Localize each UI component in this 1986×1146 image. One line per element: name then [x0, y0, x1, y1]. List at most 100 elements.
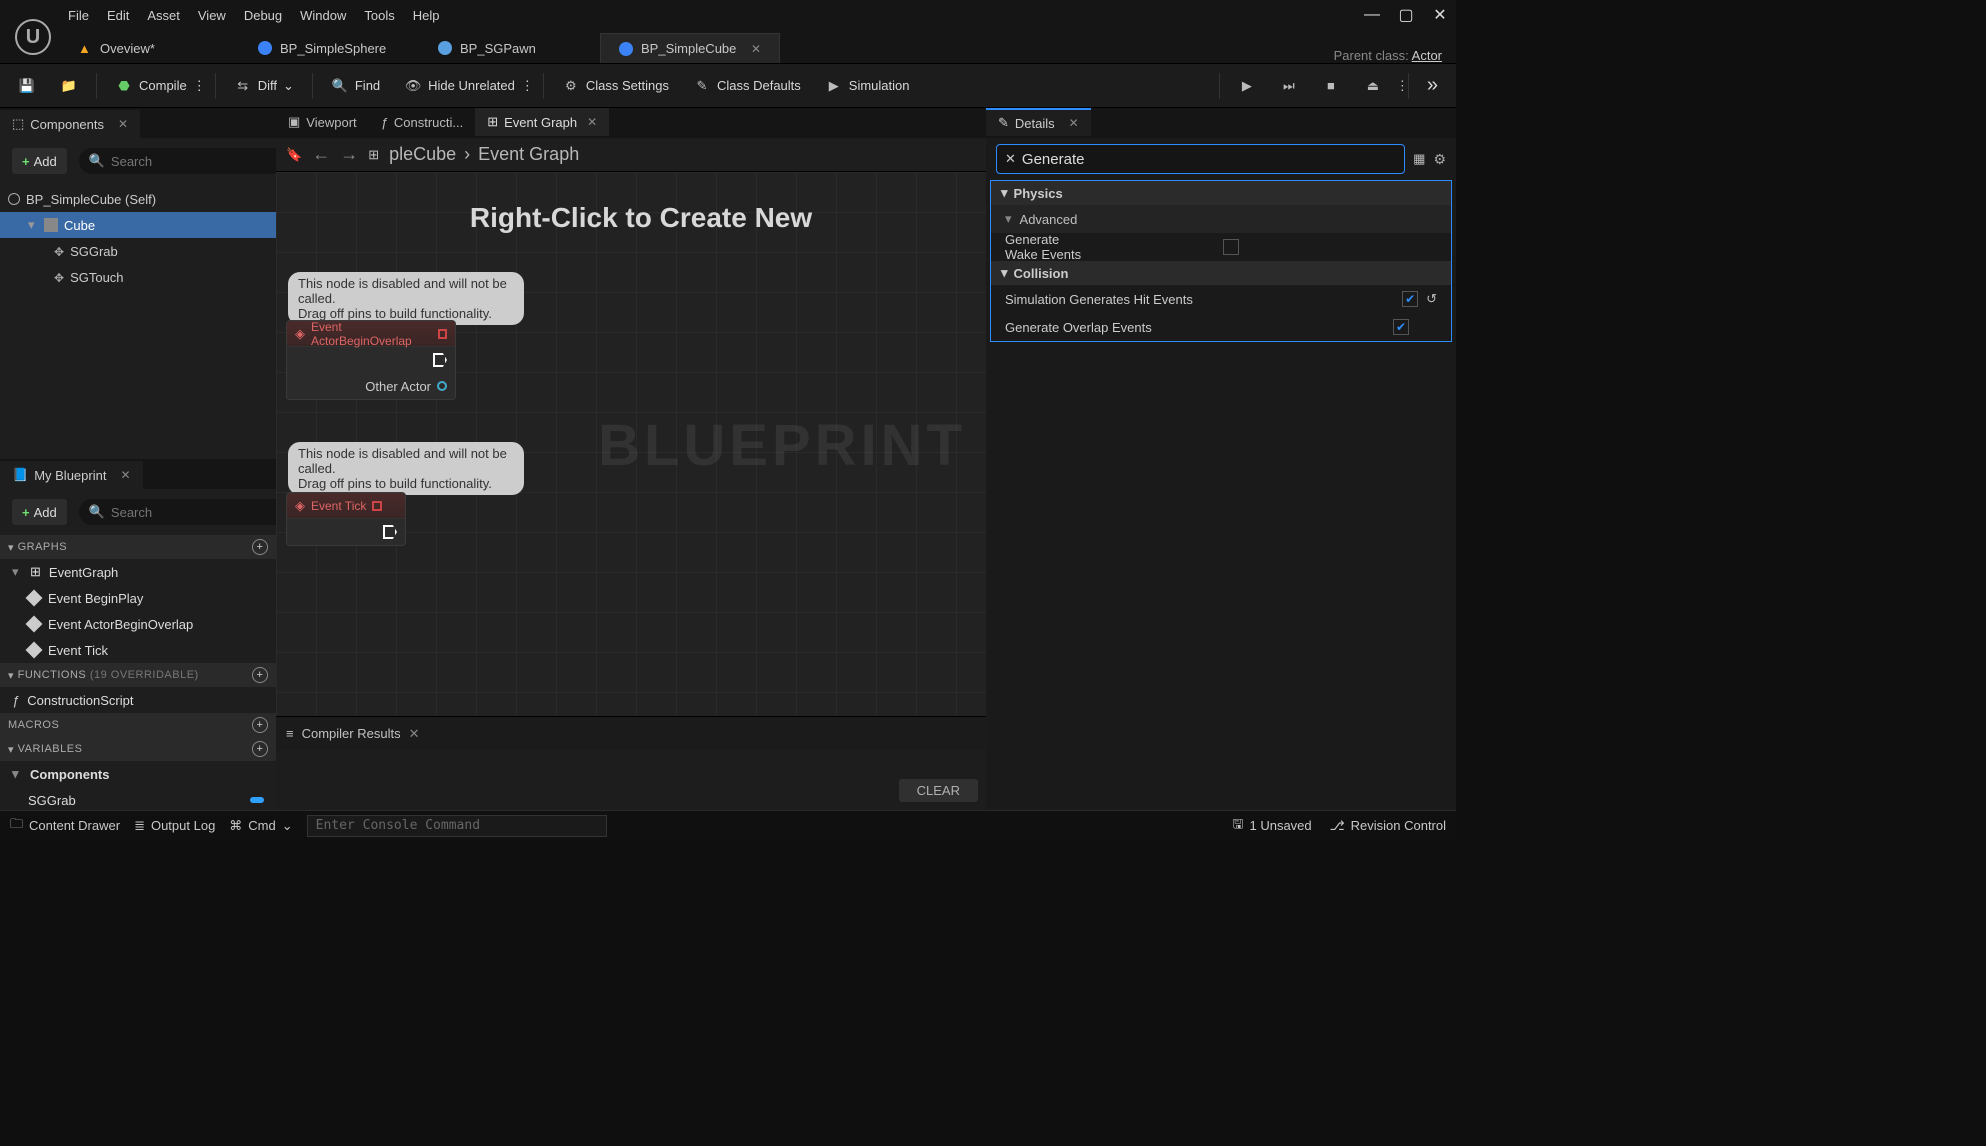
tab-eventgraph[interactable]: ⊞ Event Graph ✕ [475, 108, 609, 136]
tab-simplesphere[interactable]: BP_SimpleSphere [240, 33, 420, 63]
maximize-button[interactable]: ▢ [1398, 7, 1414, 23]
menu-tools[interactable]: Tools [364, 8, 394, 23]
details-tab[interactable]: ✎ Details ✕ [986, 108, 1091, 136]
output-log-button[interactable]: ≣ Output Log [134, 818, 215, 834]
components-search-input[interactable] [111, 154, 276, 169]
menu-asset[interactable]: Asset [147, 8, 180, 23]
save-button[interactable]: 💾 [8, 70, 46, 102]
close-icon[interactable]: ✕ [751, 42, 761, 56]
category-physics[interactable]: ▾ Physics [991, 181, 1451, 205]
section-variables[interactable]: ▾ VARIABLES + [0, 737, 276, 761]
details-search[interactable]: ✕ [996, 144, 1405, 174]
forward-button[interactable]: → [340, 144, 358, 165]
class-defaults-button[interactable]: ✎ Class Defaults [683, 70, 811, 102]
breakpoint-icon[interactable] [438, 329, 447, 339]
close-icon[interactable]: ✕ [1069, 116, 1079, 130]
tab-overview[interactable]: ▲ Oveview* [60, 33, 240, 63]
add-macro-button[interactable]: + [252, 717, 268, 733]
event-actorbeginoverlap[interactable]: Event ActorBeginOverlap [0, 611, 276, 637]
breakpoint-icon[interactable] [372, 501, 382, 511]
chevron-down-icon[interactable]: ▾ [12, 766, 22, 782]
browse-button[interactable]: 📁 [50, 70, 88, 102]
bp-search-input[interactable] [111, 505, 276, 520]
clear-button[interactable]: CLEAR [899, 779, 978, 802]
menu-view[interactable]: View [198, 8, 226, 23]
tab-viewport[interactable]: ▣ Viewport [276, 108, 369, 136]
details-search-input[interactable] [1022, 151, 1396, 168]
exec-out-pin[interactable] [287, 347, 455, 373]
breadcrumb[interactable]: pleCube › Event Graph [389, 144, 579, 165]
node-eventtick[interactable]: ◈ Event Tick [286, 492, 406, 546]
tab-construction[interactable]: ƒ Constructi... [369, 108, 476, 136]
bookmark-icon[interactable]: 🔖 [286, 147, 302, 163]
menu-edit[interactable]: Edit [107, 8, 129, 23]
add-bp-button[interactable]: + Add [12, 499, 67, 525]
compile-button[interactable]: ⬣ Compile [105, 70, 207, 102]
category-collision[interactable]: ▾ Collision [991, 261, 1451, 285]
cmd-dropdown[interactable]: ⌘ Cmd ⌄ [229, 818, 292, 834]
stop-button[interactable]: ■ [1312, 70, 1350, 102]
minimize-button[interactable]: — [1364, 7, 1380, 23]
graph-canvas[interactable]: Right-Click to Create New This node is d… [276, 172, 986, 716]
checkbox-sim-hit[interactable] [1402, 291, 1418, 307]
kebab-icon[interactable] [193, 78, 197, 94]
node-header[interactable]: ◈ Event ActorBeginOverlap [287, 321, 455, 347]
exec-out-pin[interactable] [287, 519, 405, 545]
section-functions[interactable]: ▾ FUNCTIONS (19 OVERRIDABLE) + [0, 663, 276, 687]
bp-search[interactable]: 🔍 [79, 499, 276, 525]
unsaved-indicator[interactable]: 🖫 1 Unsaved [1232, 815, 1311, 837]
content-drawer-button[interactable]: 🗀 Content Drawer [10, 815, 120, 837]
event-tick[interactable]: Event Tick [0, 637, 276, 663]
console-input[interactable]: Enter Console Command [307, 815, 607, 837]
overflow-button[interactable] [1417, 70, 1448, 102]
section-macros[interactable]: MACROS + [0, 713, 276, 737]
menu-file[interactable]: File [68, 8, 89, 23]
clear-search-icon[interactable]: ✕ [1005, 151, 1016, 167]
kebab-icon[interactable] [521, 78, 525, 94]
play-button[interactable]: ▶ [1228, 70, 1266, 102]
components-tab[interactable]: ⬚ Components ✕ [0, 110, 140, 138]
find-button[interactable]: 🔍 Find [321, 70, 390, 102]
checkbox-generate-wake[interactable] [1223, 239, 1239, 255]
close-icon[interactable]: ✕ [118, 117, 128, 131]
parent-class-link[interactable]: Actor [1412, 48, 1442, 63]
subcategory-advanced[interactable]: ▾ Advanced [991, 205, 1451, 233]
close-button[interactable]: ✕ [1432, 7, 1448, 23]
event-beginplay[interactable]: Event BeginPlay [0, 585, 276, 611]
tab-simplecube[interactable]: BP_SimpleCube ✕ [600, 33, 780, 63]
back-button[interactable]: ← [312, 144, 330, 165]
class-settings-button[interactable]: ⚙ Class Settings [552, 70, 679, 102]
function-constructionscript[interactable]: ConstructionScript [0, 687, 276, 713]
kebab-icon[interactable] [1396, 78, 1400, 94]
tree-row-sgtouch[interactable]: SGTouch [0, 264, 276, 290]
eject-button[interactable]: ⏏ [1354, 70, 1392, 102]
variables-components-group[interactable]: ▾ Components [0, 761, 276, 787]
node-actorbeginoverlap[interactable]: ◈ Event ActorBeginOverlap Other Actor [286, 320, 456, 400]
menu-debug[interactable]: Debug [244, 8, 282, 23]
chevron-down-icon[interactable]: ▾ [12, 564, 22, 580]
tree-row-cube[interactable]: ▾ Cube [0, 212, 276, 238]
menu-help[interactable]: Help [413, 8, 440, 23]
components-search[interactable]: 🔍 [79, 148, 276, 174]
add-component-button[interactable]: + Add [12, 148, 67, 174]
revision-control-button[interactable]: ⎇ Revision Control [1330, 818, 1446, 834]
compiler-title[interactable]: Compiler Results [302, 726, 401, 741]
section-graphs[interactable]: ▾ GRAPHS + [0, 535, 276, 559]
step-button[interactable]: ⏭ [1270, 70, 1308, 102]
grid-icon[interactable] [1413, 151, 1425, 167]
checkbox-overlap[interactable] [1393, 319, 1409, 335]
revert-icon[interactable] [1426, 291, 1437, 307]
add-function-button[interactable]: + [252, 667, 268, 683]
add-graph-button[interactable]: + [252, 539, 268, 555]
tree-row-sggrab[interactable]: SGGrab [0, 238, 276, 264]
graph-eventgraph[interactable]: ▾ ⊞ EventGraph [0, 559, 276, 585]
close-icon[interactable]: ✕ [409, 726, 420, 742]
tree-row-self[interactable]: BP_SimpleCube (Self) [0, 186, 276, 212]
var-sggrab[interactable]: SGGrab [0, 787, 276, 810]
chevron-down-icon[interactable]: ▾ [28, 217, 38, 233]
other-actor-pin[interactable]: Other Actor [287, 373, 455, 399]
close-icon[interactable]: ✕ [120, 468, 130, 482]
close-icon[interactable]: ✕ [587, 115, 597, 129]
myblueprint-tab[interactable]: 📘 My Blueprint ✕ [0, 461, 143, 489]
add-variable-button[interactable]: + [252, 741, 268, 757]
